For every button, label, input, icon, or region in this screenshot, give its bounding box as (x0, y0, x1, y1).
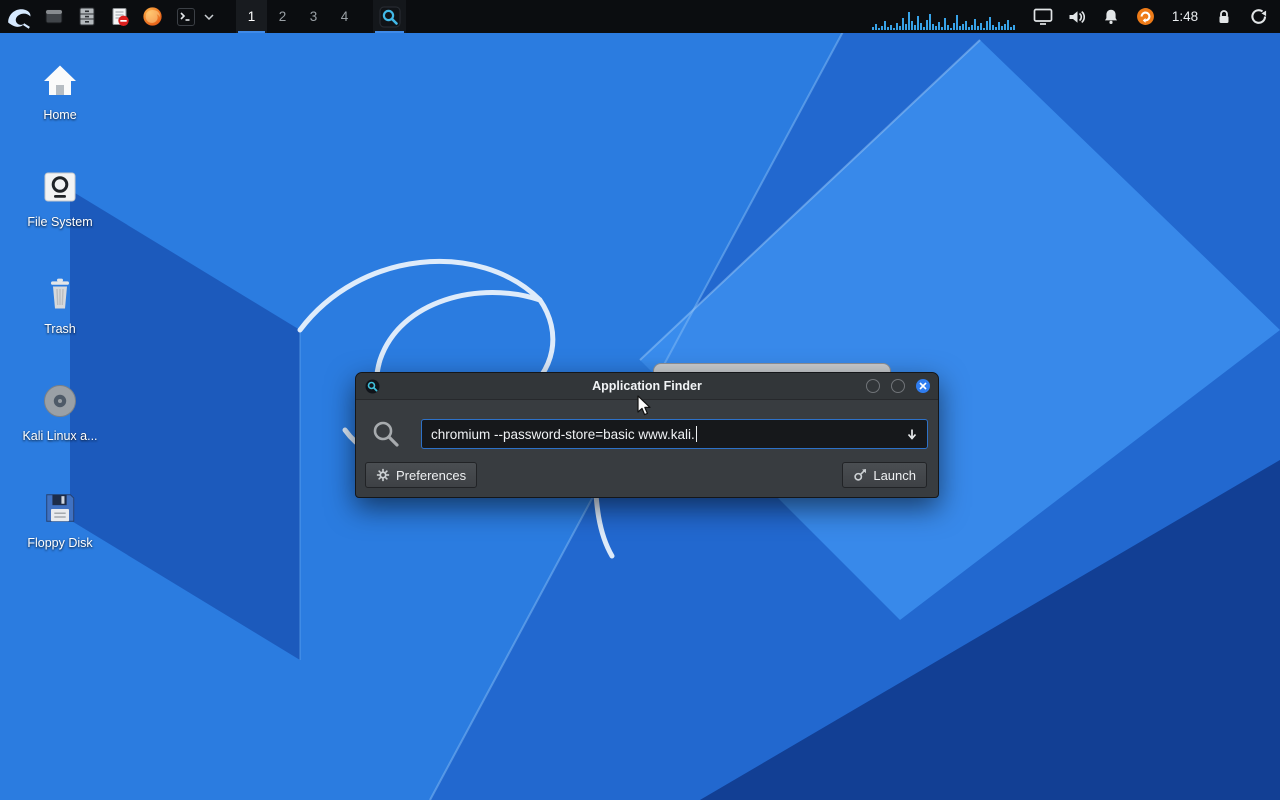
lock-icon (1215, 8, 1233, 25)
dialog-buttons: Preferences Launch (356, 449, 938, 488)
kali-menu-icon (6, 5, 32, 29)
desktop-icon-label: Home (43, 108, 76, 122)
workspace-label: 1 (248, 9, 256, 24)
terminal-launcher[interactable] (169, 0, 202, 33)
display-icon (1033, 7, 1053, 26)
workspace-button-1[interactable]: 1 (236, 0, 267, 33)
updates-tray[interactable] (1128, 0, 1162, 33)
preferences-button[interactable]: Preferences (365, 462, 477, 488)
chevron-down-icon (204, 14, 214, 20)
application-finder-window: Application Finder chromium --password-s… (355, 372, 939, 498)
firefox-launcher[interactable] (136, 0, 169, 33)
text-editor-launcher[interactable] (103, 0, 136, 33)
clock[interactable]: 1:48 (1162, 9, 1208, 24)
applications-menu-button[interactable] (0, 0, 37, 33)
logout-icon (1249, 7, 1268, 26)
firefox-icon (142, 6, 163, 27)
preferences-label: Preferences (396, 468, 466, 483)
window-title: Application Finder (356, 379, 938, 393)
desktop-icon-label: File System (27, 215, 92, 229)
workspace-label: 4 (341, 9, 349, 24)
application-finder-icon (379, 6, 401, 28)
cpu-graph[interactable] (872, 3, 1020, 30)
show-desktop-icon (44, 7, 64, 27)
text-editor-icon (110, 7, 130, 27)
drive-icon (41, 169, 79, 205)
trash-icon (41, 276, 79, 312)
volume-tray[interactable] (1060, 0, 1094, 33)
workspace-label: 2 (279, 9, 287, 24)
home-icon (41, 63, 79, 97)
desktop-icon-file-system[interactable]: File System (5, 165, 115, 229)
minimize-button[interactable] (866, 379, 880, 393)
workspace-switcher: 1 2 3 4 (236, 0, 360, 33)
search-text: chromium --password-store=basic www.kali… (431, 427, 695, 442)
launch-label: Launch (873, 468, 916, 483)
desktop-icon-label: Kali Linux a... (22, 429, 97, 443)
floppy-icon (42, 490, 78, 526)
updates-icon (1136, 7, 1155, 26)
notifications-tray[interactable] (1094, 0, 1128, 33)
terminal-icon (176, 7, 196, 27)
disc-icon (41, 383, 79, 420)
launcher-menu-arrow[interactable] (202, 0, 216, 33)
close-icon (919, 382, 927, 390)
workspace-button-2[interactable]: 2 (267, 0, 298, 33)
launch-icon (853, 468, 867, 482)
history-dropdown-button[interactable] (902, 420, 922, 448)
session-logout-button[interactable] (1240, 0, 1276, 33)
file-manager-launcher[interactable] (70, 0, 103, 33)
workspace-button-3[interactable]: 3 (298, 0, 329, 33)
desktop-icon-floppy-disk[interactable]: Floppy Disk (5, 486, 115, 550)
desktop-icon-home[interactable]: Home (5, 58, 115, 122)
launch-button[interactable]: Launch (842, 462, 927, 488)
gear-icon (376, 468, 390, 482)
desktop-icon-trash[interactable]: Trash (5, 272, 115, 336)
workspace-button-4[interactable]: 4 (329, 0, 360, 33)
taskbar-application-finder[interactable] (373, 0, 406, 33)
file-manager-icon (77, 6, 97, 27)
notifications-icon (1102, 8, 1120, 26)
volume-icon (1068, 8, 1086, 26)
desktop-icon-label: Trash (44, 322, 76, 336)
text-caret (696, 426, 697, 442)
desktop-icon-label: Floppy Disk (27, 536, 92, 550)
search-input[interactable]: chromium --password-store=basic www.kali… (421, 419, 928, 449)
lock-screen-button[interactable] (1208, 0, 1240, 33)
display-settings-tray[interactable] (1026, 0, 1060, 33)
window-controls (866, 379, 930, 393)
arrow-down-icon (906, 428, 918, 441)
top-panel: 1 2 3 4 (0, 0, 1280, 33)
desktop-icon-kali-linux[interactable]: Kali Linux a... (5, 379, 115, 443)
show-desktop-button[interactable] (37, 0, 70, 33)
maximize-button[interactable] (891, 379, 905, 393)
desktop: 1 2 3 4 (0, 0, 1280, 800)
search-icon (371, 419, 401, 449)
mouse-cursor (637, 395, 652, 417)
workspace-label: 3 (310, 9, 318, 24)
close-button[interactable] (916, 379, 930, 393)
